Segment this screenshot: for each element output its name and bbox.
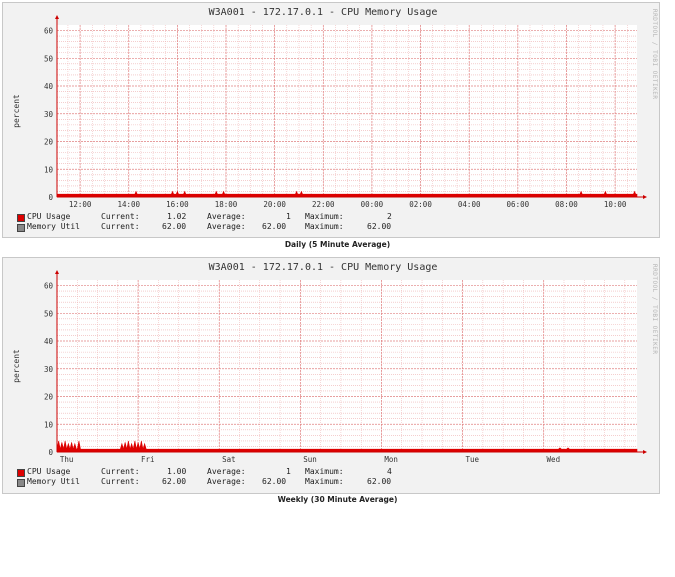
y-axis-arrow [55, 15, 59, 19]
x-tick-label: 14:00 [117, 200, 140, 209]
legend-current-value: 1.00 [167, 467, 187, 476]
weekly-chart: 0 10 20 30 40 50 60 Thu Fri Sat Sun Mon Tue Wed percen… [12, 270, 647, 464]
legend-average-label: Average: [207, 477, 246, 486]
legend-series-name: Memory Util [27, 222, 80, 231]
y-axis-arrow [55, 270, 59, 274]
legend-current-label: Current: [101, 467, 140, 476]
plot-area [57, 280, 637, 452]
legend-current-value: 62.00 [162, 477, 187, 486]
y-tick-label: 60 [44, 27, 54, 36]
legend-row-cpu: CPU Usage Current: 1.00 Average: 1 Maxim… [17, 467, 392, 477]
x-tick-label: Sun [303, 455, 317, 464]
memory-legend-swatch [17, 479, 25, 487]
legend-average-label: Average: [207, 467, 246, 476]
plot-area [57, 25, 637, 197]
y-tick-label: 10 [44, 420, 54, 429]
y-axis-label: percent [12, 94, 21, 128]
legend-average-label: Average: [207, 212, 246, 221]
y-tick-label: 60 [44, 282, 54, 291]
x-axis-arrow [643, 450, 647, 454]
memory-legend-swatch [17, 224, 25, 232]
legend-current-value: 1.02 [167, 212, 187, 221]
y-tick-label: 20 [44, 393, 54, 402]
cpu-legend-swatch [17, 469, 25, 477]
x-tick-label: Tue [465, 455, 479, 464]
y-tick-label: 50 [44, 309, 54, 318]
x-tick-label: 02:00 [409, 200, 432, 209]
legend-row-cpu: CPU Usage Current: 1.02 Average: 1 Maxim… [17, 212, 392, 222]
legend-row-memory: Memory Util Current: 62.00 Average: 62.0… [17, 222, 391, 232]
legend-current-label: Current: [101, 477, 140, 486]
x-tick-label: 08:00 [555, 200, 578, 209]
legend-row-memory: Memory Util Current: 62.00 Average: 62.0… [17, 477, 391, 487]
legend-maximum-label: Maximum: [305, 212, 344, 221]
legend-current-value: 62.00 [162, 222, 187, 231]
legend-maximum-value: 2 [387, 212, 392, 221]
legend-average-value: 62.00 [262, 477, 287, 486]
y-tick-label: 20 [44, 138, 54, 147]
daily-graph-panel: W3A001 - 172.17.0.1 - CPU Memory Usage R… [2, 2, 660, 238]
x-tick-label: 04:00 [458, 200, 481, 209]
legend-average-label: Average: [207, 222, 246, 231]
x-tick-label: 06:00 [507, 200, 530, 209]
daily-caption: Daily (5 Minute Average) [284, 240, 391, 249]
cpu-legend-swatch [17, 214, 25, 222]
y-tick-label: 30 [44, 365, 54, 374]
legend-maximum-label: Maximum: [305, 467, 344, 476]
x-axis-arrow [643, 195, 647, 199]
weekly-graph-panel: W3A001 - 172.17.0.1 - CPU Memory Usage R… [2, 257, 660, 494]
y-tick-label: 10 [44, 165, 54, 174]
legend-series-name: CPU Usage [27, 212, 71, 221]
x-tick-label: 22:00 [312, 200, 335, 209]
x-tick-label: 12:00 [69, 200, 92, 209]
legend-maximum-value: 4 [387, 467, 392, 476]
x-tick-label: 20:00 [263, 200, 286, 209]
y-tick-label: 30 [44, 110, 54, 119]
y-tick-label: 40 [44, 82, 54, 91]
legend-maximum-label: Maximum: [305, 477, 344, 486]
y-axis-label: percent [12, 349, 21, 383]
legend-average-value: 1 [286, 467, 291, 476]
x-tick-label: Thu [60, 455, 74, 464]
y-tick-label: 40 [44, 337, 54, 346]
legend-maximum-label: Maximum: [305, 222, 344, 231]
legend-current-label: Current: [101, 212, 140, 221]
x-tick-label: 16:00 [166, 200, 189, 209]
legend-maximum-value: 62.00 [367, 477, 392, 486]
legend-series-name: Memory Util [27, 477, 80, 486]
y-tick-label: 0 [48, 193, 53, 202]
y-tick-label: 0 [48, 448, 53, 457]
legend-maximum-value: 62.00 [367, 222, 392, 231]
weekly-caption: Weekly (30 Minute Average) [277, 495, 398, 504]
legend-current-label: Current: [101, 222, 140, 231]
x-tick-label: 10:00 [604, 200, 627, 209]
legend-average-value: 62.00 [262, 222, 287, 231]
daily-chart: 0 10 20 30 40 50 60 12:00 14:00 16:00 18:00 20:00 22… [12, 15, 647, 209]
x-tick-label: Mon [384, 455, 398, 464]
y-tick-label: 50 [44, 54, 54, 63]
x-tick-label: Wed [547, 455, 561, 464]
legend-average-value: 1 [286, 212, 291, 221]
x-tick-label: Fri [141, 455, 155, 464]
legend-series-name: CPU Usage [27, 467, 71, 476]
x-tick-label: 18:00 [215, 200, 238, 209]
x-tick-label: Sat [222, 455, 236, 464]
x-tick-label: 00:00 [361, 200, 384, 209]
